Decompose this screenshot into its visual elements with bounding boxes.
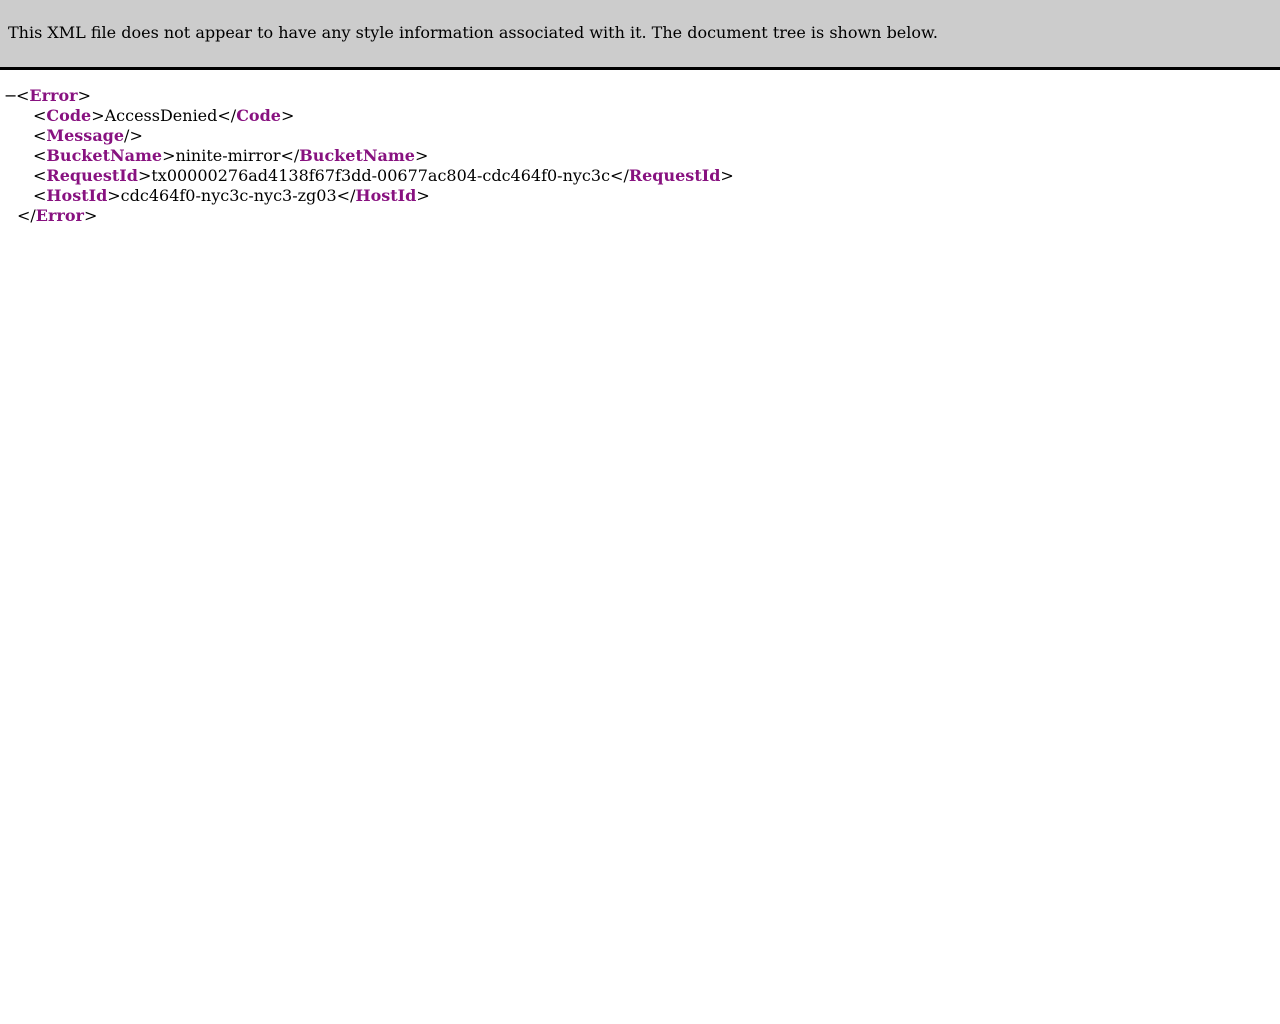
xml-element-code: <Code>AccessDenied</Code> [33,106,295,125]
xml-element-error-close: </Error> [17,206,98,225]
tag-name: Error [29,86,78,105]
element-value: cdc464f0-nyc3c-nyc3-zg03 [120,186,337,205]
collapse-toggle-button[interactable]: − [0,86,17,106]
tag-name: Code [236,106,281,125]
xml-element-error-open: −<Error> [0,86,734,106]
tag-name: Message [46,126,125,145]
tag-name: RequestId [46,166,138,185]
tag-name: HostId [46,186,108,205]
tag-name: Error [35,206,84,225]
tag-name: BucketName [46,146,163,165]
tag-name: BucketName [299,146,415,165]
xml-element-hostid: <HostId>cdc464f0-nyc3c-nyc3-zg03</HostId… [33,186,430,205]
tag-name: Code [46,106,92,125]
xml-info-text: This XML file does not appear to have an… [8,23,938,42]
xml-info-bar: This XML file does not appear to have an… [0,0,1280,70]
xml-element-requestid: <RequestId>tx00000276ad4138f67f3dd-00677… [33,166,734,185]
xml-document-tree: −<Error> <Code>AccessDenied</Code> <Mess… [0,86,734,226]
xml-element-bucketname: <BucketName>ninite-mirror</BucketName> [33,146,429,165]
element-value: AccessDenied [104,106,218,125]
tag-name: RequestId [628,166,721,185]
element-value: tx00000276ad4138f67f3dd-00677ac804-cdc46… [151,166,611,185]
tag-name: HostId [355,186,417,205]
element-value: ninite-mirror [175,146,281,165]
xml-element-message: <Message/> [33,126,143,145]
